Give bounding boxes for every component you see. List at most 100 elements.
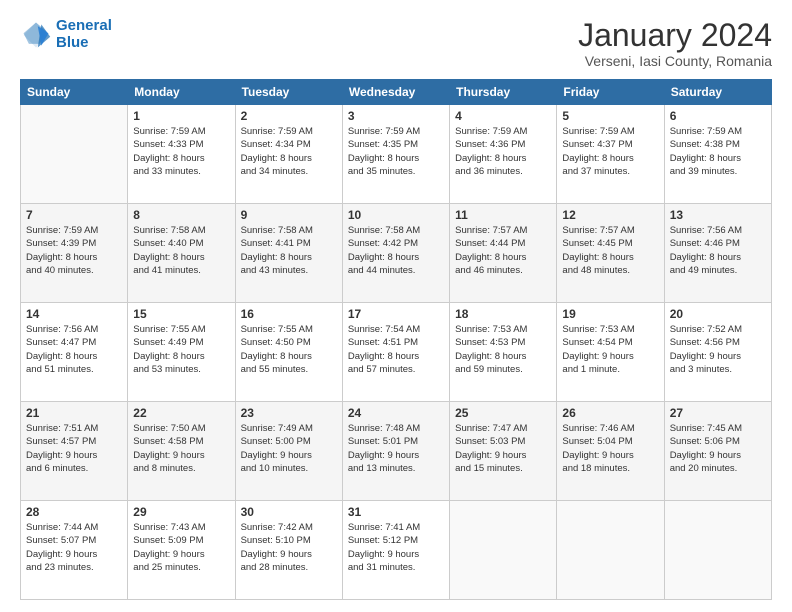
calendar-day-header: Sunday	[21, 80, 128, 105]
day-number: 26	[562, 406, 658, 420]
calendar-cell	[557, 501, 664, 600]
cell-info: Sunrise: 7:58 AM Sunset: 4:42 PM Dayligh…	[348, 224, 444, 277]
day-number: 2	[241, 109, 337, 123]
cell-info: Sunrise: 7:45 AM Sunset: 5:06 PM Dayligh…	[670, 422, 766, 475]
calendar-cell: 22 Sunrise: 7:50 AM Sunset: 4:58 PM Dayli…	[128, 402, 235, 501]
logo-general: General	[56, 17, 112, 34]
cell-info: Sunrise: 7:55 AM Sunset: 4:49 PM Dayligh…	[133, 323, 229, 376]
day-number: 30	[241, 505, 337, 519]
cell-info: Sunrise: 7:52 AM Sunset: 4:56 PM Dayligh…	[670, 323, 766, 376]
day-number: 7	[26, 208, 122, 222]
calendar-week-row: 7 Sunrise: 7:59 AM Sunset: 4:39 PM Daylig…	[21, 204, 772, 303]
cell-info: Sunrise: 7:57 AM Sunset: 4:44 PM Dayligh…	[455, 224, 551, 277]
calendar-cell: 19Sunrise: 7:53 AM Sunset: 4:54 PM Dayli…	[557, 303, 664, 402]
day-number: 31	[348, 505, 444, 519]
day-number: 14	[26, 307, 122, 321]
day-number: 21	[26, 406, 122, 420]
day-number: 13	[670, 208, 766, 222]
day-number: 18	[455, 307, 551, 321]
calendar-cell: 18 Sunrise: 7:53 AM Sunset: 4:53 PM Dayli…	[450, 303, 557, 402]
calendar-cell: 15 Sunrise: 7:55 AM Sunset: 4:49 PM Dayli…	[128, 303, 235, 402]
day-number: 22	[133, 406, 229, 420]
cell-info: Sunrise: 7:59 AM Sunset: 4:36 PM Dayligh…	[455, 125, 551, 178]
cell-info: Sunrise: 7:50 AM Sunset: 4:58 PM Dayligh…	[133, 422, 229, 475]
calendar-cell: 31 Sunrise: 7:41 AM Sunset: 5:12 PM Dayli…	[342, 501, 449, 600]
calendar-cell: 16 Sunrise: 7:55 AM Sunset: 4:50 PM Dayli…	[235, 303, 342, 402]
calendar-day-header: Wednesday	[342, 80, 449, 105]
day-number: 15	[133, 307, 229, 321]
cell-info: Sunrise: 7:43 AM Sunset: 5:09 PM Dayligh…	[133, 521, 229, 574]
calendar-header-row: SundayMondayTuesdayWednesdayThursdayFrid…	[21, 80, 772, 105]
day-number: 8	[133, 208, 229, 222]
calendar-day-header: Thursday	[450, 80, 557, 105]
calendar-cell: 29 Sunrise: 7:43 AM Sunset: 5:09 PM Dayli…	[128, 501, 235, 600]
day-number: 23	[241, 406, 337, 420]
calendar-table: SundayMondayTuesdayWednesdayThursdayFrid…	[20, 79, 772, 600]
cell-info: Sunrise: 7:55 AM Sunset: 4:50 PM Dayligh…	[241, 323, 337, 376]
page: General Blue January 2024 Verseni, Iasi …	[0, 0, 792, 612]
calendar-cell: 17Sunrise: 7:54 AM Sunset: 4:51 PM Dayli…	[342, 303, 449, 402]
calendar-cell: 10 Sunrise: 7:58 AM Sunset: 4:42 PM Dayli…	[342, 204, 449, 303]
day-number: 19	[562, 307, 658, 321]
cell-info: Sunrise: 7:42 AM Sunset: 5:10 PM Dayligh…	[241, 521, 337, 574]
calendar-cell: 21Sunrise: 7:51 AM Sunset: 4:57 PM Dayli…	[21, 402, 128, 501]
calendar-cell: 24 Sunrise: 7:48 AM Sunset: 5:01 PM Dayli…	[342, 402, 449, 501]
day-number: 28	[26, 505, 122, 519]
day-number: 27	[670, 406, 766, 420]
calendar-cell: 7 Sunrise: 7:59 AM Sunset: 4:39 PM Daylig…	[21, 204, 128, 303]
calendar-cell: 30 Sunrise: 7:42 AM Sunset: 5:10 PM Dayli…	[235, 501, 342, 600]
calendar-day-header: Saturday	[664, 80, 771, 105]
calendar-week-row: 28Sunrise: 7:44 AM Sunset: 5:07 PM Dayli…	[21, 501, 772, 600]
calendar-cell	[21, 105, 128, 204]
calendar-cell: 6Sunrise: 7:59 AM Sunset: 4:38 PM Daylig…	[664, 105, 771, 204]
calendar-cell: 28Sunrise: 7:44 AM Sunset: 5:07 PM Dayli…	[21, 501, 128, 600]
cell-info: Sunrise: 7:46 AM Sunset: 5:04 PM Dayligh…	[562, 422, 658, 475]
day-number: 10	[348, 208, 444, 222]
calendar-cell: 11 Sunrise: 7:57 AM Sunset: 4:44 PM Dayli…	[450, 204, 557, 303]
day-number: 11	[455, 208, 551, 222]
cell-info: Sunrise: 7:59 AM Sunset: 4:39 PM Dayligh…	[26, 224, 122, 277]
calendar-week-row: 21Sunrise: 7:51 AM Sunset: 4:57 PM Dayli…	[21, 402, 772, 501]
calendar-cell: 23 Sunrise: 7:49 AM Sunset: 5:00 PM Dayli…	[235, 402, 342, 501]
calendar-cell: 5Sunrise: 7:59 AM Sunset: 4:37 PM Daylig…	[557, 105, 664, 204]
calendar-cell: 26 Sunrise: 7:46 AM Sunset: 5:04 PM Dayli…	[557, 402, 664, 501]
cell-info: Sunrise: 7:58 AM Sunset: 4:41 PM Dayligh…	[241, 224, 337, 277]
day-number: 16	[241, 307, 337, 321]
day-number: 1	[133, 109, 229, 123]
cell-info: Sunrise: 7:56 AM Sunset: 4:47 PM Dayligh…	[26, 323, 122, 376]
day-number: 24	[348, 406, 444, 420]
title-block: January 2024 Verseni, Iasi County, Roman…	[578, 18, 772, 69]
logo-text: General Blue	[56, 18, 112, 51]
day-number: 12	[562, 208, 658, 222]
day-number: 3	[348, 109, 444, 123]
day-number: 20	[670, 307, 766, 321]
cell-info: Sunrise: 7:59 AM Sunset: 4:37 PM Dayligh…	[562, 125, 658, 178]
calendar-cell: 25 Sunrise: 7:47 AM Sunset: 5:03 PM Dayli…	[450, 402, 557, 501]
main-title: January 2024	[578, 18, 772, 53]
calendar-cell	[664, 501, 771, 600]
day-number: 29	[133, 505, 229, 519]
cell-info: Sunrise: 7:53 AM Sunset: 4:53 PM Dayligh…	[455, 323, 551, 376]
logo-blue: Blue	[56, 35, 112, 52]
cell-info: Sunrise: 7:41 AM Sunset: 5:12 PM Dayligh…	[348, 521, 444, 574]
calendar-cell: 13 Sunrise: 7:56 AM Sunset: 4:46 PM Dayli…	[664, 204, 771, 303]
calendar-cell: 14 Sunrise: 7:56 AM Sunset: 4:47 PM Dayli…	[21, 303, 128, 402]
day-number: 17	[348, 307, 444, 321]
calendar-cell: 1Sunrise: 7:59 AM Sunset: 4:33 PM Daylig…	[128, 105, 235, 204]
calendar-cell	[450, 501, 557, 600]
cell-info: Sunrise: 7:59 AM Sunset: 4:38 PM Dayligh…	[670, 125, 766, 178]
day-number: 25	[455, 406, 551, 420]
day-number: 4	[455, 109, 551, 123]
cell-info: Sunrise: 7:59 AM Sunset: 4:35 PM Dayligh…	[348, 125, 444, 178]
calendar-day-header: Friday	[557, 80, 664, 105]
cell-info: Sunrise: 7:57 AM Sunset: 4:45 PM Dayligh…	[562, 224, 658, 277]
cell-info: Sunrise: 7:49 AM Sunset: 5:00 PM Dayligh…	[241, 422, 337, 475]
logo-icon	[20, 19, 52, 51]
cell-info: Sunrise: 7:47 AM Sunset: 5:03 PM Dayligh…	[455, 422, 551, 475]
calendar-cell: 4 Sunrise: 7:59 AM Sunset: 4:36 PM Daylig…	[450, 105, 557, 204]
calendar-cell: 2Sunrise: 7:59 AM Sunset: 4:34 PM Daylig…	[235, 105, 342, 204]
calendar-cell: 12 Sunrise: 7:57 AM Sunset: 4:45 PM Dayli…	[557, 204, 664, 303]
calendar-cell: 3 Sunrise: 7:59 AM Sunset: 4:35 PM Daylig…	[342, 105, 449, 204]
cell-info: Sunrise: 7:56 AM Sunset: 4:46 PM Dayligh…	[670, 224, 766, 277]
cell-info: Sunrise: 7:48 AM Sunset: 5:01 PM Dayligh…	[348, 422, 444, 475]
